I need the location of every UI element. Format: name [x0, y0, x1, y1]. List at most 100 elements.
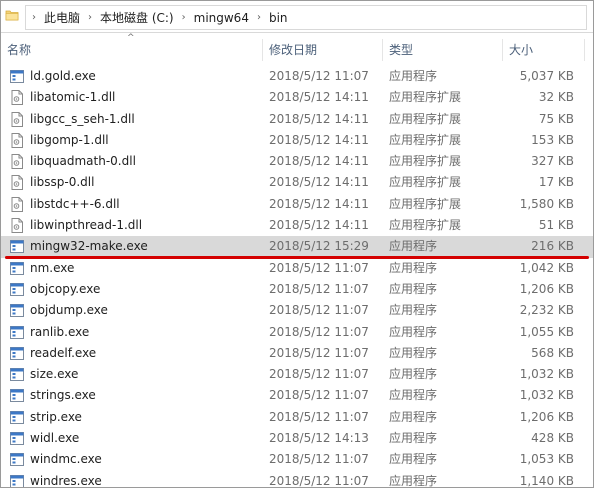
- file-size: 32 KB: [538, 90, 574, 105]
- breadcrumb-local-disk[interactable]: 本地磁盘 (C:): [98, 7, 176, 28]
- file-name: nm.exe: [30, 260, 75, 275]
- file-modified-date: 2018/5/12 11:07: [269, 473, 369, 488]
- file-modified-date: 2018/5/12 14:11: [269, 196, 369, 211]
- file-row[interactable]: ld.gold.exe 2018/5/12 11:07 应用程序 5,037 KB: [1, 66, 593, 87]
- file-modified-date: 2018/5/12 14:11: [269, 154, 369, 169]
- exe-icon: [10, 325, 24, 339]
- file-name: objcopy.exe: [30, 281, 101, 296]
- file-row[interactable]: libssp-0.dll 2018/5/12 14:11 应用程序扩展 17 KB: [1, 172, 593, 193]
- breadcrumb-mingw64[interactable]: mingw64: [192, 7, 251, 28]
- file-type: 应用程序扩展: [389, 154, 462, 169]
- file-modified-date: 2018/5/12 14:11: [269, 111, 369, 126]
- file-row[interactable]: nm.exe 2018/5/12 11:07 应用程序 1,042 KB: [1, 258, 593, 279]
- file-name: mingw32-make.exe: [30, 239, 148, 254]
- file-modified-date: 2018/5/12 11:07: [269, 388, 369, 403]
- file-modified-date: 2018/5/12 11:07: [269, 452, 369, 467]
- exe-icon: [10, 368, 24, 382]
- column-name-header[interactable]: 名称: [1, 37, 261, 63]
- file-type: 应用程序: [389, 367, 438, 382]
- file-type: 应用程序: [389, 69, 438, 83]
- file-list: ld.gold.exe 2018/5/12 11:07 应用程序 5,037 KB li…: [1, 66, 593, 488]
- file-modified-date: 2018/5/12 15:29: [269, 239, 369, 254]
- file-size: 1,032 KB: [519, 367, 574, 382]
- file-type: 应用程序扩展: [389, 218, 462, 233]
- file-modified-date: 2018/5/12 14:11: [269, 90, 369, 105]
- file-size: 2,232 KB: [519, 303, 574, 318]
- file-name: strings.exe: [30, 388, 96, 403]
- file-type: 应用程序: [389, 324, 438, 339]
- file-modified-date: 2018/5/12 11:07: [269, 324, 369, 339]
- file-modified-date: 2018/5/12 14:11: [269, 132, 369, 147]
- chevron-right-icon[interactable]: ›: [82, 7, 98, 28]
- file-row[interactable]: strip.exe 2018/5/12 11:07 应用程序 1,206 KB: [1, 407, 593, 428]
- file-type: 应用程序: [389, 303, 438, 318]
- file-size: 1,055 KB: [519, 324, 574, 339]
- file-row[interactable]: size.exe 2018/5/12 11:07 应用程序 1,032 KB: [1, 364, 593, 385]
- annotation-underline: [5, 256, 589, 259]
- dll-icon: [11, 132, 23, 148]
- file-row[interactable]: objdump.exe 2018/5/12 11:07 应用程序 2,232 KB: [1, 300, 593, 321]
- exe-icon: [10, 432, 24, 446]
- file-name: libwinpthread-1.dll: [30, 218, 143, 233]
- file-modified-date: 2018/5/12 11:07: [269, 281, 369, 296]
- file-type: 应用程序扩展: [389, 196, 462, 211]
- file-row[interactable]: readelf.exe 2018/5/12 11:07 应用程序 568 KB: [1, 343, 593, 364]
- file-modified-date: 2018/5/12 11:07: [269, 260, 369, 275]
- file-size: 428 KB: [531, 431, 574, 446]
- file-row[interactable]: libstdc++-6.dll 2018/5/12 14:11 应用程序扩展 1,58…: [1, 194, 593, 215]
- file-size: 5,037 KB: [519, 69, 574, 83]
- column-type-header[interactable]: 类型: [383, 37, 501, 63]
- file-size: 1,032 KB: [519, 388, 574, 403]
- file-row[interactable]: windmc.exe 2018/5/12 11:07 应用程序 1,053 KB: [1, 449, 593, 470]
- chevron-right-icon[interactable]: ›: [176, 7, 192, 28]
- file-row[interactable]: strings.exe 2018/5/12 11:07 应用程序 1,032 KB: [1, 385, 593, 406]
- file-name: windres.exe: [30, 473, 102, 488]
- exe-icon: [10, 474, 24, 487]
- file-size: 327 KB: [531, 154, 574, 169]
- breadcrumb-this-pc[interactable]: 此电脑: [42, 7, 82, 28]
- file-size: 1,053 KB: [519, 452, 574, 467]
- file-row[interactable]: libgomp-1.dll 2018/5/12 14:11 应用程序扩展 153 KB: [1, 130, 593, 151]
- chevron-right-icon[interactable]: ›: [251, 7, 267, 28]
- file-row[interactable]: libquadmath-0.dll 2018/5/12 14:11 应用程序扩展 32…: [1, 151, 593, 172]
- file-row[interactable]: objcopy.exe 2018/5/12 11:07 应用程序 1,206 KB: [1, 279, 593, 300]
- breadcrumb[interactable]: › 此电脑 › 本地磁盘 (C:) › mingw64 › bin: [25, 5, 587, 30]
- file-modified-date: 2018/5/12 11:07: [269, 303, 369, 318]
- file-name: windmc.exe: [30, 452, 102, 467]
- file-name: ranlib.exe: [30, 324, 90, 339]
- file-name: size.exe: [30, 367, 79, 382]
- dll-icon: [11, 90, 23, 106]
- file-row[interactable]: windres.exe 2018/5/12 11:07 应用程序 1,140 KB: [1, 471, 593, 488]
- file-row[interactable]: libgcc_s_seh-1.dll 2018/5/12 14:11 应用程序扩展 7…: [1, 109, 593, 130]
- file-modified-date: 2018/5/12 11:07: [269, 345, 369, 360]
- column-date-header[interactable]: 修改日期: [263, 37, 381, 63]
- file-row[interactable]: libatomic-1.dll 2018/5/12 14:11 应用程序扩展 32 K…: [1, 87, 593, 108]
- file-name: objdump.exe: [30, 303, 108, 318]
- file-name: libssp-0.dll: [30, 175, 95, 190]
- file-type: 应用程序: [389, 409, 438, 424]
- file-name: libstdc++-6.dll: [30, 196, 120, 211]
- file-type: 应用程序扩展: [389, 175, 462, 190]
- file-type: 应用程序: [389, 260, 438, 275]
- file-name: ld.gold.exe: [30, 69, 96, 83]
- file-row[interactable]: libwinpthread-1.dll 2018/5/12 14:11 应用程序扩展…: [1, 215, 593, 236]
- file-name: libquadmath-0.dll: [30, 154, 136, 169]
- file-row[interactable]: ranlib.exe 2018/5/12 11:07 应用程序 1,055 KB: [1, 322, 593, 343]
- file-row[interactable]: widl.exe 2018/5/12 14:13 应用程序 428 KB: [1, 428, 593, 449]
- dll-icon: [11, 154, 23, 170]
- exe-icon: [10, 389, 24, 403]
- chevron-right-icon[interactable]: ›: [26, 7, 42, 28]
- column-divider[interactable]: [584, 39, 585, 61]
- exe-icon: [10, 70, 24, 83]
- exe-icon: [10, 261, 24, 275]
- exe-icon: [10, 453, 24, 467]
- file-type: 应用程序扩展: [389, 132, 462, 147]
- file-type: 应用程序扩展: [389, 90, 462, 105]
- file-size: 153 KB: [531, 132, 574, 147]
- exe-icon: [10, 304, 24, 318]
- breadcrumb-bin[interactable]: bin: [267, 7, 290, 28]
- file-size: 216 KB: [531, 239, 574, 254]
- column-size-header[interactable]: 大小: [503, 37, 583, 63]
- file-row[interactable]: mingw32-make.exe 2018/5/12 15:29 应用程序 216 K…: [1, 236, 593, 258]
- dll-icon: [11, 218, 23, 234]
